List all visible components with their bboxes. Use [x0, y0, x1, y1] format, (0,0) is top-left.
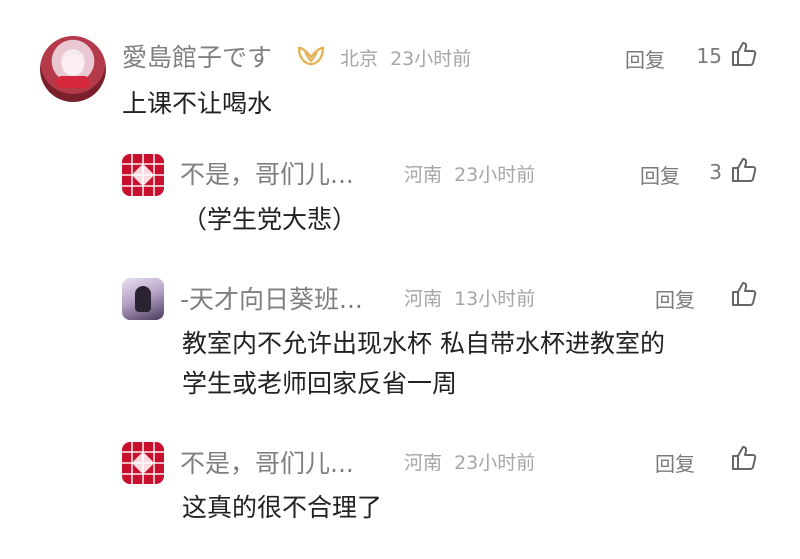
thumbs-up-icon[interactable] [731, 157, 757, 183]
comment-text: 上课不让喝水 [122, 89, 273, 118]
location: 河南 [404, 164, 443, 186]
location: 河南 [404, 288, 443, 310]
comment-text-line: 教室内不允许出现水杯 私自带水杯进教室的 [182, 329, 665, 358]
username[interactable]: 不是，哥们儿... [180, 444, 354, 480]
username[interactable]: -天才向日葵班... [180, 280, 363, 316]
comment-text: （学生党大悲） [182, 205, 358, 234]
comment-text: 这真的很不合理了 [182, 493, 383, 522]
avatar-scarf [56, 76, 90, 88]
comment-meta: 河南 23小时前 [404, 160, 535, 187]
comment-meta: 北京 23小时前 [340, 44, 471, 71]
thumbs-up-icon[interactable] [731, 281, 757, 307]
comment-meta: 河南 23小时前 [404, 448, 535, 475]
avatar-figure [135, 286, 151, 312]
username[interactable]: 愛島館子です [122, 38, 272, 74]
avatar[interactable] [122, 442, 164, 484]
location: 北京 [340, 48, 379, 70]
reply-button[interactable]: 回复 [655, 448, 695, 477]
like-count: 15 [696, 44, 722, 68]
reply-button[interactable]: 回复 [655, 284, 695, 313]
timestamp: 23小时前 [454, 164, 536, 186]
timestamp: 23小时前 [454, 452, 536, 474]
comment-meta: 河南 13小时前 [404, 284, 535, 311]
username[interactable]: 不是，哥们儿... [180, 155, 354, 191]
avatar[interactable] [122, 154, 164, 196]
comment-text-line: 学生或老师回家反省一周 [182, 369, 458, 398]
thumbs-up-icon[interactable] [731, 445, 757, 471]
avatar-face [62, 54, 84, 76]
thumbs-up-icon[interactable] [731, 41, 757, 67]
like-count: 3 [709, 160, 722, 184]
vip-badge-icon [297, 46, 325, 66]
reply-button[interactable]: 回复 [625, 44, 665, 73]
avatar[interactable] [40, 36, 106, 102]
location: 河南 [404, 452, 443, 474]
timestamp: 23小时前 [390, 48, 472, 70]
timestamp: 13小时前 [454, 288, 536, 310]
reply-button[interactable]: 回复 [640, 160, 680, 189]
avatar[interactable] [122, 278, 164, 320]
